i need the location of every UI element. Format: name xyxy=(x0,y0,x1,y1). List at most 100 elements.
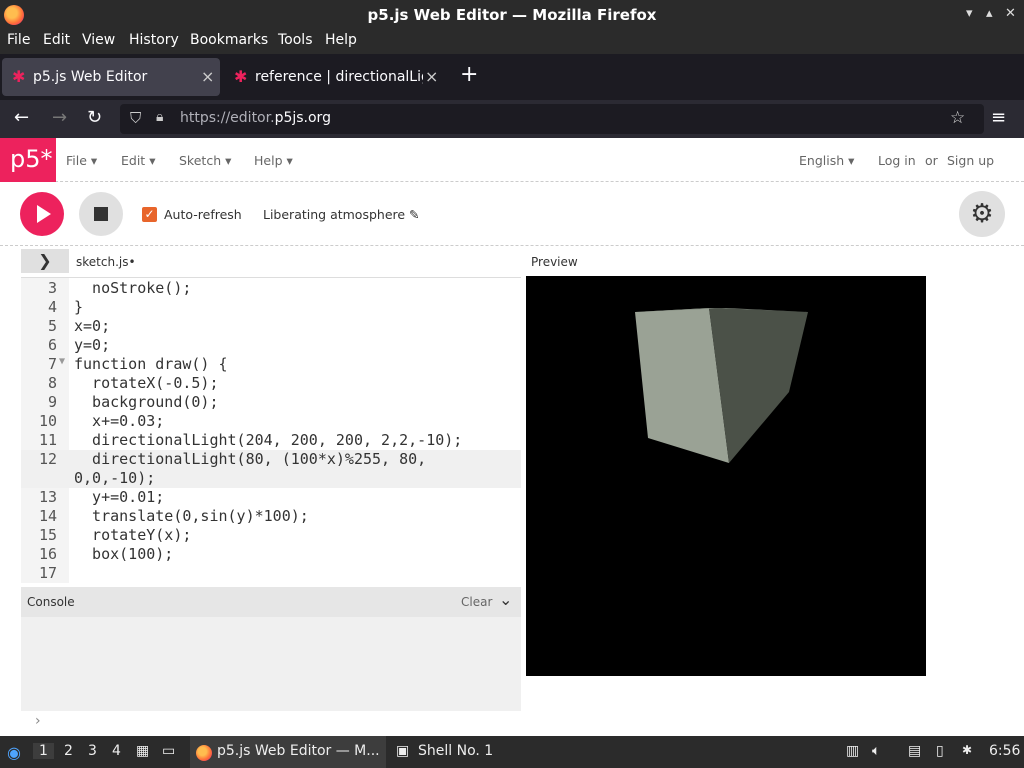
back-arrow-icon[interactable]: ← xyxy=(14,108,29,128)
play-button[interactable] xyxy=(20,192,64,236)
sketch-toolbar: ✓ Auto-refresh Liberating atmosphere ✎ ⚙ xyxy=(0,182,1024,246)
toggle-sidebar-button[interactable]: ❯ xyxy=(21,249,69,273)
login-link[interactable]: Log in xyxy=(878,153,916,168)
play-icon xyxy=(37,205,51,223)
p5-favicon-icon: ✱ xyxy=(12,67,26,86)
code-text: function draw() { xyxy=(74,355,228,373)
p5-menu-edit[interactable]: Edit ▾ xyxy=(121,153,155,168)
p5-menu-sketch[interactable]: Sketch ▾ xyxy=(179,153,231,168)
lock-icon[interactable]: 🔒︎ xyxy=(156,109,163,125)
settings-gear-icon[interactable]: ⚙ xyxy=(959,191,1005,237)
start-menu-icon[interactable]: ◉ xyxy=(7,743,21,762)
line-number: 15 xyxy=(38,526,57,544)
volume-icon[interactable]: 🔈︎ xyxy=(872,743,880,759)
code-text: box(100); xyxy=(74,545,174,563)
close-window-button[interactable]: ✕ xyxy=(1005,6,1016,21)
new-tab-button[interactable]: + xyxy=(460,64,478,86)
workspace-2[interactable]: 2 xyxy=(64,743,73,759)
desktop-icon[interactable]: ▭ xyxy=(162,743,175,759)
tab-reference[interactable]: ✱ reference | directionalLig × xyxy=(224,58,444,96)
code-text: background(0); xyxy=(74,393,219,411)
code-text: y+=0.01; xyxy=(74,488,165,506)
code-line: 7 ▼ function draw() { xyxy=(21,355,521,374)
firefox-menu-bar: File Edit View History Bookmarks Tools H… xyxy=(0,30,1024,54)
p5-menu-label: File xyxy=(66,153,87,168)
url-domain: p5js.org xyxy=(274,110,331,126)
preview-canvas[interactable] xyxy=(526,276,926,676)
auto-refresh-checkbox[interactable]: ✓ xyxy=(142,207,157,222)
file-manager-icon[interactable]: ▦ xyxy=(136,743,149,759)
sketch-name-edit[interactable]: Liberating atmosphere ✎ xyxy=(263,207,420,222)
minimize-window-button[interactable]: ▾ xyxy=(966,6,973,21)
code-text: } xyxy=(74,298,84,316)
stop-button[interactable] xyxy=(79,192,123,236)
p5-menu-help[interactable]: Help ▾ xyxy=(254,153,293,168)
menu-history[interactable]: History xyxy=(129,32,179,48)
close-tab-icon[interactable]: × xyxy=(425,67,438,86)
or-text: or xyxy=(925,153,938,168)
chevron-down-icon[interactable]: ⌄ xyxy=(499,590,512,609)
code-editor[interactable]: 3 noStroke(); 4} 5 x=0; 6 y=0; 7 ▼ function … xyxy=(21,277,521,583)
code-line: 9 background(0); xyxy=(21,393,521,412)
language-selector[interactable]: English ▾ xyxy=(799,153,854,168)
bookmark-star-icon[interactable]: ☆ xyxy=(950,108,965,128)
taskbar-app-label: p5.js Web Editor — M... xyxy=(217,743,380,759)
console-clear-button[interactable]: Clear xyxy=(461,595,492,609)
menu-view[interactable]: View xyxy=(82,32,115,48)
code-text: rotateY(x); xyxy=(74,526,192,544)
taskbar-app-label: Shell No. 1 xyxy=(418,743,494,759)
maximize-window-button[interactable]: ▴ xyxy=(986,6,993,21)
p5-logo[interactable]: p5* xyxy=(0,138,56,182)
workspace-4[interactable]: 4 xyxy=(112,743,121,759)
taskbar-app-firefox[interactable]: p5.js Web Editor — M... xyxy=(190,736,386,768)
window-title: p5.js Web Editor — Mozilla Firefox xyxy=(367,6,657,24)
workspace-1[interactable]: 1 xyxy=(33,743,54,759)
bluetooth-icon[interactable]: ✱ xyxy=(962,743,972,757)
console-header: Console Clear ⌄ xyxy=(21,587,521,617)
line-number: 8 xyxy=(47,374,57,392)
terminal-icon: ▣ xyxy=(396,743,410,759)
code-line: 6 y=0; xyxy=(21,336,521,355)
tab-p5-editor[interactable]: ✱ p5.js Web Editor × xyxy=(2,58,220,96)
menu-edit[interactable]: Edit xyxy=(43,32,70,48)
code-text: y=0; xyxy=(74,336,111,354)
workspace-3[interactable]: 3 xyxy=(88,743,97,759)
stop-icon xyxy=(94,207,108,221)
code-line: 4} xyxy=(21,298,521,317)
network-icon[interactable]: ▤ xyxy=(908,743,921,759)
storage-icon[interactable]: ▥ xyxy=(846,743,859,759)
code-text: directionalLight(80, (100*x)%255, 80, xyxy=(74,450,427,468)
p5-header: p5* File ▾ Edit ▾ Sketch ▾ Help ▾ Englis… xyxy=(0,138,1024,182)
close-tab-icon[interactable]: × xyxy=(201,67,214,86)
menu-help[interactable]: Help xyxy=(325,32,357,48)
clipboard-icon[interactable]: ▯ xyxy=(936,743,944,759)
line-number: 6 xyxy=(47,336,57,354)
code-line: 13 y+=0.01; xyxy=(21,488,521,507)
console-input[interactable]: › xyxy=(21,711,521,736)
taskbar: ◉ 1 2 3 4 ▦ ▭ p5.js Web Editor — M... ▣ … xyxy=(0,736,1024,768)
menu-file[interactable]: File xyxy=(7,32,30,48)
line-number: 13 xyxy=(38,488,57,506)
p5-favicon-icon: ✱ xyxy=(234,67,248,86)
code-line-active: 12 directionalLight(80, (100*x)%255, 80, xyxy=(21,450,521,469)
code-text: directionalLight(204, 200, 200, 2,2,-10)… xyxy=(74,431,463,449)
line-number: 12 xyxy=(38,450,57,468)
taskbar-app-shell[interactable]: ▣ Shell No. 1 xyxy=(394,736,504,768)
url-bar[interactable]: ⛉ 🔒︎ https://editor.p5js.org ☆ xyxy=(120,104,984,134)
reload-icon[interactable]: ↻ xyxy=(87,108,102,128)
file-tab-sketch[interactable]: sketch.js• xyxy=(76,255,136,269)
shield-icon[interactable]: ⛉ xyxy=(130,109,141,127)
clock: 6:56 xyxy=(989,743,1021,759)
console-label: Console xyxy=(27,595,75,609)
line-number: 7 xyxy=(47,355,57,373)
url-text[interactable]: https://editor.p5js.org xyxy=(180,110,331,126)
console-prompt-icon: › xyxy=(35,713,41,729)
hamburger-menu-icon[interactable]: ≡ xyxy=(991,108,1006,128)
menu-bookmarks[interactable]: Bookmarks xyxy=(190,32,268,48)
signup-link[interactable]: Sign up xyxy=(947,153,994,168)
menu-tools[interactable]: Tools xyxy=(278,32,313,48)
forward-arrow-icon[interactable]: → xyxy=(52,108,67,128)
fold-arrow-icon[interactable]: ▼ xyxy=(59,352,65,371)
p5-menu-file[interactable]: File ▾ xyxy=(66,153,97,168)
p5-logo-text: p5* xyxy=(10,145,53,173)
